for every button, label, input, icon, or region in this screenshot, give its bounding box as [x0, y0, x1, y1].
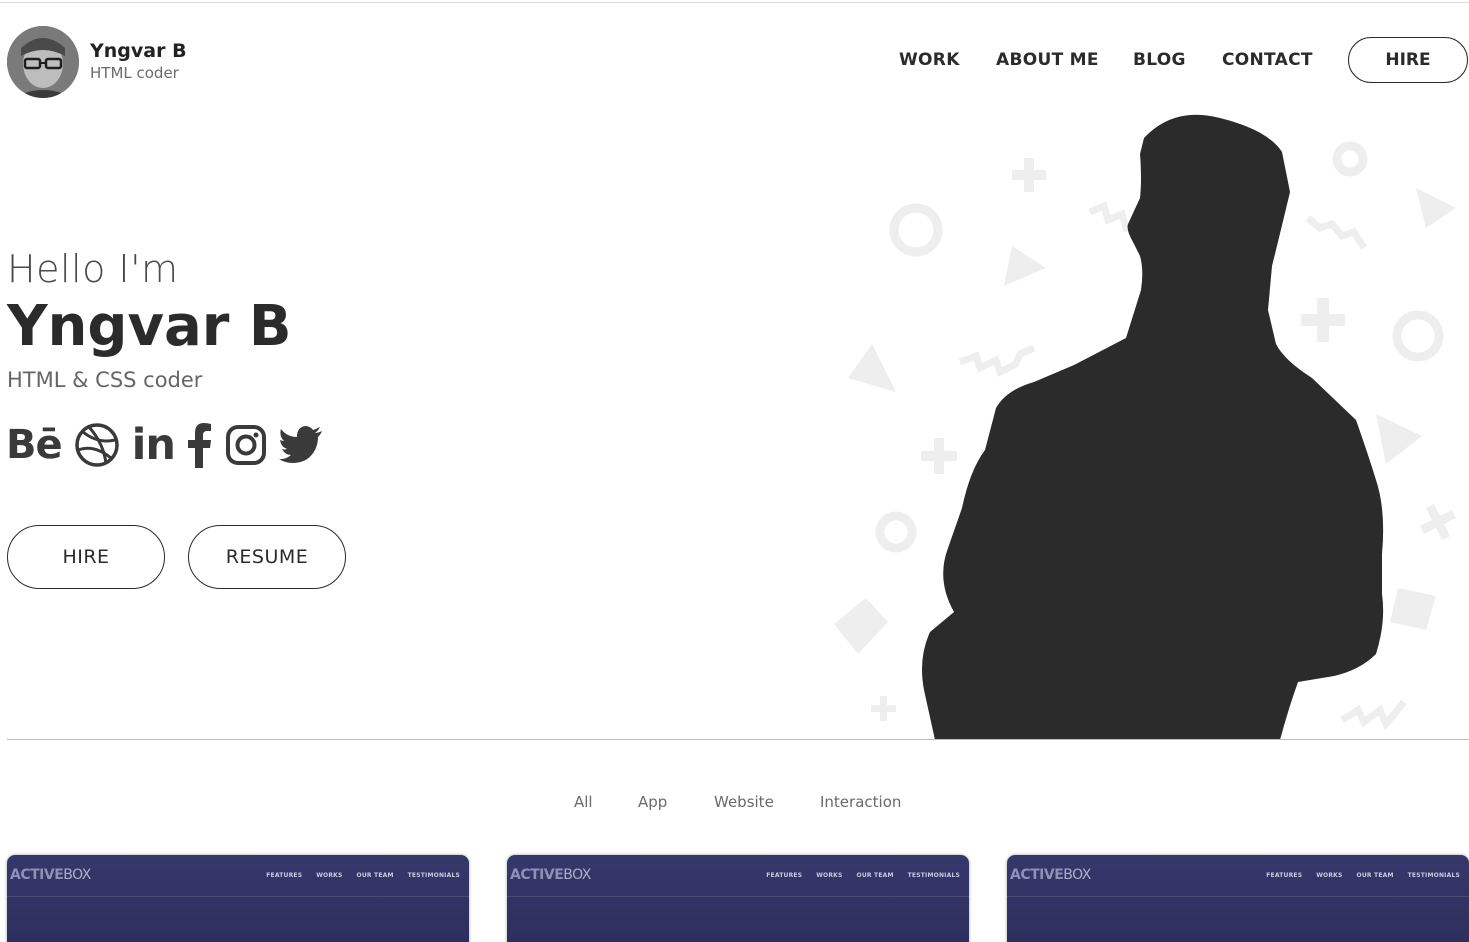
card-logo: ACTIVEBOX [1010, 867, 1091, 883]
dribbble-icon[interactable] [74, 422, 120, 468]
hero-greeting: Hello I'm [7, 247, 179, 291]
hero-name: Yngvar B [7, 294, 292, 359]
card-logo: ACTIVEBOX [10, 867, 91, 883]
card-logo: ACTIVEBOX [510, 867, 591, 883]
top-border [0, 2, 1469, 3]
filter-all[interactable]: All [574, 793, 593, 811]
nav-contact[interactable]: CONTACT [1222, 50, 1313, 70]
filter-app[interactable]: App [638, 793, 667, 811]
nav-about-me[interactable]: ABOUT ME [996, 50, 1099, 70]
portfolio-card[interactable]: ACTIVEBOX FEATURES WORKS OUR TEAM TESTIMONI… [1007, 855, 1469, 942]
portfolio-filters: All App Website Interaction [0, 793, 1469, 815]
filter-website[interactable]: Website [714, 793, 774, 811]
portfolio-page: Yngvar B HTML coder WORK ABOUT ME BLOG C… [0, 0, 1469, 942]
nav-hire-button[interactable]: HIRE [1348, 37, 1468, 83]
hero-hire-button[interactable]: HIRE [7, 525, 165, 589]
filter-interaction[interactable]: Interaction [820, 793, 901, 811]
hero-illustration [834, 114, 1456, 740]
hero-role: HTML & CSS coder [7, 368, 203, 392]
main-nav: WORK ABOUT ME BLOG CONTACT HIRE [0, 37, 1469, 87]
twitter-icon[interactable] [278, 426, 323, 464]
section-divider [7, 739, 1469, 740]
portfolio-card[interactable]: ACTIVEBOX FEATURES WORKS OUR TEAM TESTIMONI… [7, 855, 469, 942]
linkedin-icon[interactable]: in [132, 421, 176, 469]
social-links: Bē in [6, 420, 335, 470]
facebook-icon[interactable] [187, 422, 213, 468]
portfolio-card[interactable]: ACTIVEBOX FEATURES WORKS OUR TEAM TESTIMONI… [507, 855, 969, 942]
nav-work[interactable]: WORK [899, 50, 960, 70]
instagram-icon[interactable] [225, 424, 267, 466]
behance-icon[interactable]: Bē [6, 421, 63, 469]
nav-blog[interactable]: BLOG [1133, 50, 1186, 70]
card-menu: FEATURES WORKS OUR TEAM TESTIMONIALS [266, 872, 460, 879]
card-menu: FEATURES WORKS OUR TEAM TESTIMONIALS [1266, 872, 1460, 879]
resume-button[interactable]: RESUME [188, 525, 346, 589]
card-menu: FEATURES WORKS OUR TEAM TESTIMONIALS [766, 872, 960, 879]
